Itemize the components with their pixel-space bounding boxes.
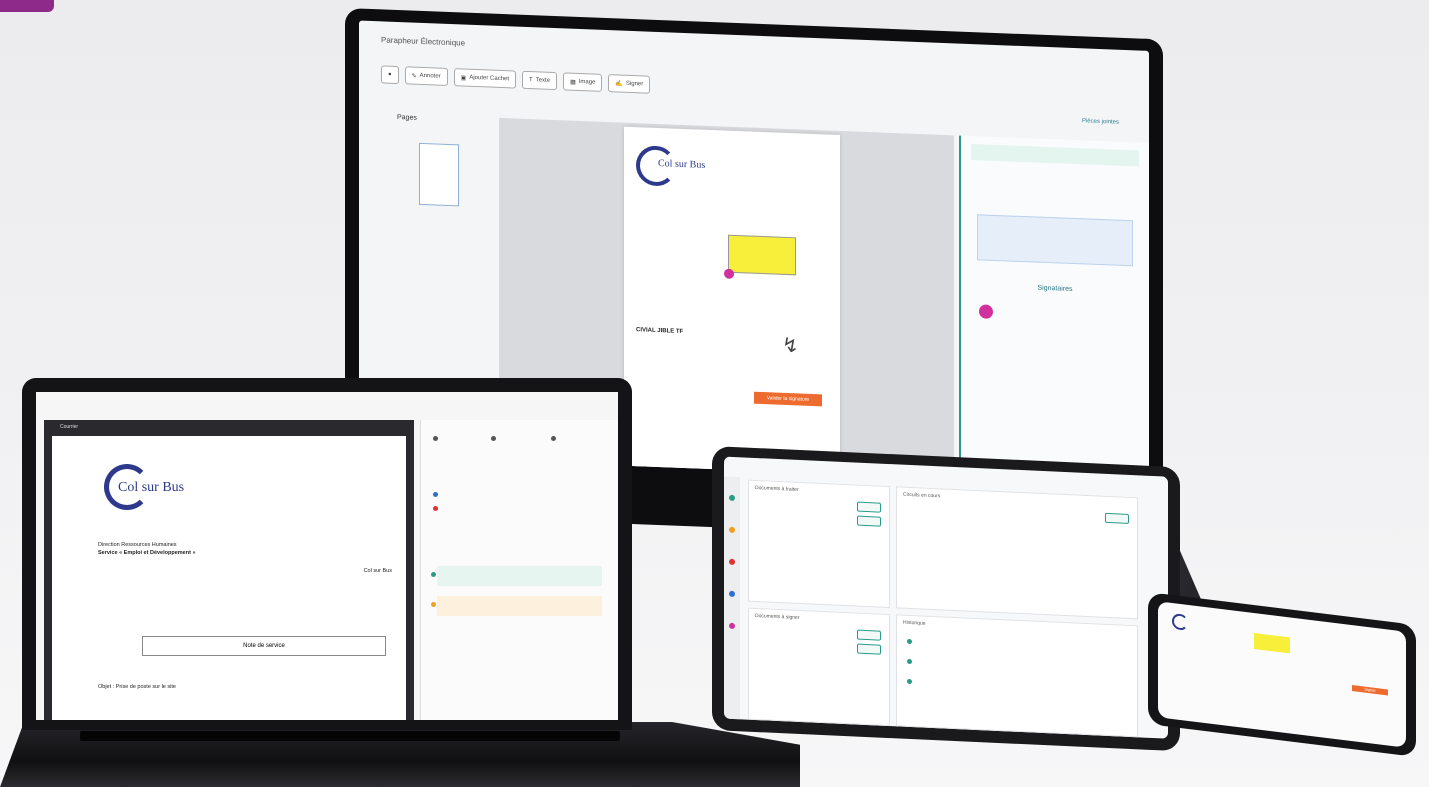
check-icon [907, 658, 912, 664]
attachments-heading: Pièces jointes [1081, 118, 1119, 126]
stamp-button[interactable]: ▣ Ajouter Cachet [453, 68, 517, 89]
count-pill[interactable] [857, 515, 881, 527]
card-title: Documents à traiter [755, 484, 799, 493]
status-chip[interactable] [433, 434, 438, 442]
status-dot-icon [433, 435, 438, 441]
document-toolbar: ● ✎ Annoter ▣ Ajouter Cachet T Texte ▦ I… [381, 65, 1109, 113]
status-chip[interactable] [551, 434, 556, 442]
list-item[interactable] [907, 656, 912, 666]
annotate-label: Annoter [419, 72, 441, 80]
viewer-title: Courrier [60, 424, 79, 430]
text-icon: T [529, 77, 533, 84]
nav-icon[interactable] [729, 558, 735, 566]
laptop-side-panel [420, 420, 618, 720]
count-pill[interactable] [857, 643, 881, 655]
app-title: Parapheur Électronique [381, 35, 466, 48]
check-icon [907, 678, 912, 684]
image-label: Image [578, 78, 596, 86]
right-side-panel: Pièces jointes Signataires [959, 118, 1149, 486]
sign-button[interactable]: ✍ Signer [608, 74, 651, 94]
comment-item [431, 566, 602, 586]
phone-screen: Signer [1158, 601, 1406, 748]
attachment-row[interactable] [971, 164, 1139, 186]
nav-icon[interactable] [729, 622, 735, 630]
tablet: Documents à traiter Circuits en cours Do… [712, 446, 1180, 752]
nav-icon[interactable] [729, 526, 735, 534]
signature-icon: ↯ [782, 334, 799, 358]
status-dot-icon [491, 435, 496, 441]
sign-label: Signer [625, 80, 644, 88]
sign-button[interactable]: Signer [1352, 685, 1388, 696]
image-icon: ▦ [570, 79, 576, 86]
image-button[interactable]: ▦ Image [563, 72, 603, 92]
signer-name: CIVIAL JIBLE TF [636, 327, 684, 335]
pdf-icon [433, 505, 438, 511]
pen-icon: ✎ [411, 73, 417, 80]
comment-item [431, 596, 602, 616]
laptop: Courrier Col sur Bus Direction Ressource… [22, 378, 632, 730]
tablet-screen: Documents à traiter Circuits en cours Do… [724, 456, 1168, 739]
validate-signature-button[interactable]: Valider la signature [754, 391, 822, 407]
file-icon [433, 491, 438, 497]
smartphone: Signer [1148, 592, 1416, 757]
status-chip[interactable] [491, 434, 496, 442]
text-button[interactable]: T Texte [522, 70, 558, 91]
annotate-button[interactable]: ✎ Annoter [404, 66, 448, 86]
laptop-keyboard [80, 731, 620, 741]
avatar[interactable] [979, 304, 993, 319]
color-dot-icon: ● [388, 71, 392, 78]
signature-badge[interactable] [724, 268, 734, 279]
brand-corner-tab [0, 0, 54, 12]
thumbnails-label: Pages [397, 113, 417, 122]
count-pill[interactable] [857, 501, 881, 513]
sticky-note[interactable] [1254, 633, 1290, 654]
check-icon [907, 638, 912, 644]
card-title: Circuits en cours [903, 491, 941, 500]
document-viewer: Courrier Col sur Bus Direction Ressource… [44, 420, 414, 720]
count-pill[interactable] [857, 629, 881, 641]
page-thumbnail[interactable] [419, 142, 459, 207]
note-title-box: Note de service [142, 636, 386, 656]
tablet-card: Documents à signer [748, 607, 890, 727]
logo-text: Col sur Bus [118, 480, 185, 495]
tablet-sidebar [724, 476, 740, 720]
nav-icon[interactable] [729, 590, 735, 598]
document-page: Col sur Bus CIVIAL JIBLE TF ↯ Valider la… [624, 126, 840, 486]
viewer-page: Col sur Bus Direction Ressources Humaine… [52, 436, 406, 720]
tablet-card: Historique [896, 614, 1138, 738]
tablet-card: Circuits en cours [896, 486, 1138, 620]
attachment-item[interactable] [433, 504, 438, 512]
logo-icon [1172, 612, 1188, 631]
comment-dot-icon [431, 572, 436, 577]
recipient-line: Col sur Bus [363, 568, 392, 574]
color-picker-button[interactable]: ● [381, 65, 399, 85]
text-label: Texte [535, 77, 551, 84]
card-title: Documents à signer [755, 612, 800, 621]
stamp-label: Ajouter Cachet [469, 74, 510, 83]
laptop-topbar [36, 392, 618, 410]
laptop-screen: Courrier Col sur Bus Direction Ressource… [36, 392, 618, 720]
logo-text: Col sur Bus [658, 158, 706, 171]
subject-line: Objet : Prise de poste sur le site [98, 684, 176, 690]
card-title: Historique [903, 619, 926, 627]
list-item[interactable] [907, 636, 912, 646]
sticky-note[interactable] [728, 234, 796, 276]
header-line-1: Direction Ressources Humaines [98, 542, 177, 548]
attachment-item[interactable] [433, 490, 438, 498]
count-pill[interactable] [1105, 512, 1129, 524]
sign-icon: ✍ [615, 80, 623, 88]
tablet-card: Documents à traiter [748, 479, 890, 609]
list-item[interactable] [907, 676, 912, 686]
nav-icon[interactable] [729, 494, 735, 502]
attachment-row[interactable] [971, 144, 1139, 167]
info-box [977, 214, 1133, 267]
header-line-2: Service « Emploi et Développement » [98, 550, 196, 556]
comment-dot-icon [431, 602, 436, 607]
stamp-icon: ▣ [460, 74, 467, 82]
status-dot-icon [551, 435, 556, 441]
signers-heading: Signataires [1037, 284, 1073, 293]
